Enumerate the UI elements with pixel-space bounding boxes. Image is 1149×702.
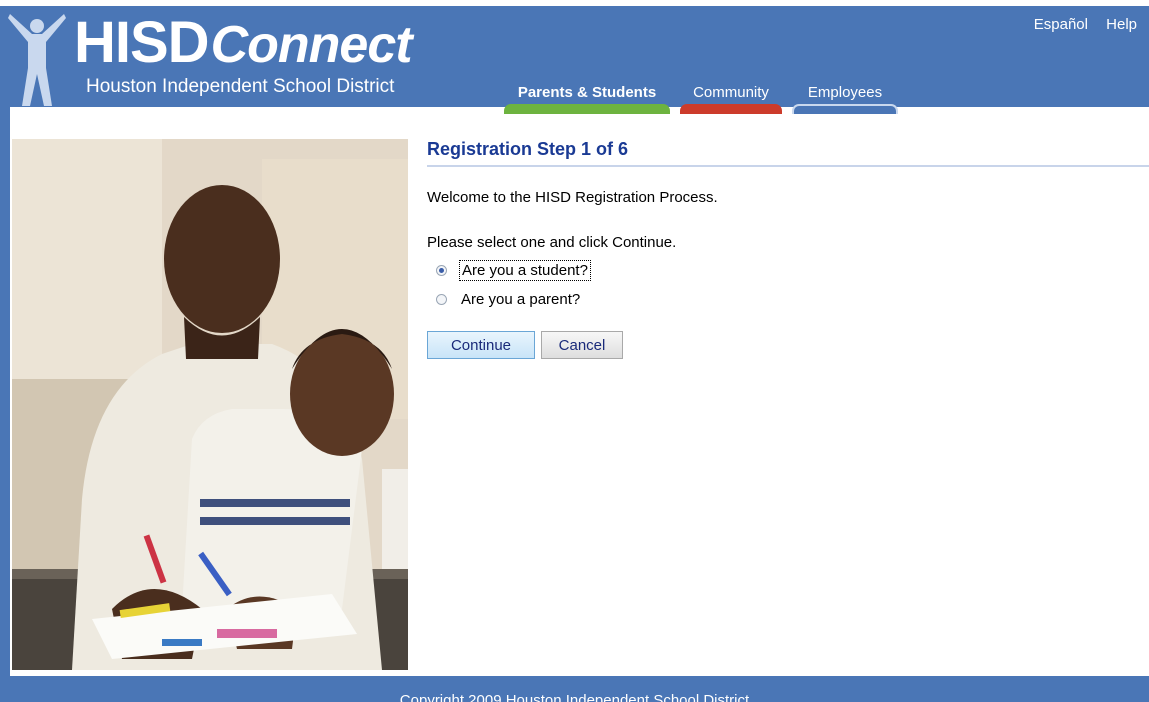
parent-radio-label[interactable]: Are you a parent? (459, 290, 582, 309)
tab-parents-students[interactable]: Parents & Students (504, 84, 670, 114)
welcome-text: Welcome to the HISD Registration Process… (427, 189, 718, 206)
page-frame-left (0, 6, 10, 702)
tab-community-indicator (680, 104, 782, 114)
tab-employees-label: Employees (807, 84, 883, 101)
student-radio-label[interactable]: Are you a student? (459, 260, 591, 281)
copyright-text: Copyright 2009 Houston Independent Schoo… (399, 692, 750, 702)
parent-radio[interactable] (436, 294, 447, 305)
continue-button[interactable]: Continue (427, 331, 535, 359)
logo-hisd-text: HISD (74, 10, 210, 75)
option-parent: Are you a parent? (427, 290, 1149, 309)
hero-photo (12, 139, 408, 670)
logo-subtitle: Houston Independent School District (86, 76, 395, 97)
help-link[interactable]: Help (1106, 16, 1137, 33)
tab-employees-indicator (792, 104, 898, 114)
option-student: Are you a student? (427, 260, 1149, 281)
form-buttons: Continue Cancel (427, 331, 1149, 359)
cancel-button[interactable]: Cancel (541, 331, 623, 359)
tab-employees[interactable]: Employees (792, 84, 898, 114)
espanol-link[interactable]: Español (1034, 16, 1088, 33)
tab-community[interactable]: Community (680, 84, 782, 114)
tab-parents-students-label: Parents & Students (517, 84, 657, 101)
tab-community-label: Community (693, 84, 769, 101)
site-footer: Copyright 2009 Houston Independent Schoo… (0, 676, 1149, 702)
student-radio[interactable] (436, 265, 447, 276)
page-title: Registration Step 1 of 6 (427, 139, 1149, 167)
instruction-text: Please select one and click Continue. (427, 234, 677, 251)
logo-connect-text: Connect (210, 16, 413, 74)
tab-parents-students-indicator (504, 104, 670, 114)
registration-panel: Registration Step 1 of 6 Welcome to the … (427, 139, 1149, 359)
person-arms-raised-icon (8, 14, 66, 106)
site-logo[interactable]: HISDConnect (74, 14, 413, 75)
site-header: HISDConnect Houston Independent School D… (0, 6, 1149, 114)
utility-links: Español Help (1020, 16, 1137, 33)
